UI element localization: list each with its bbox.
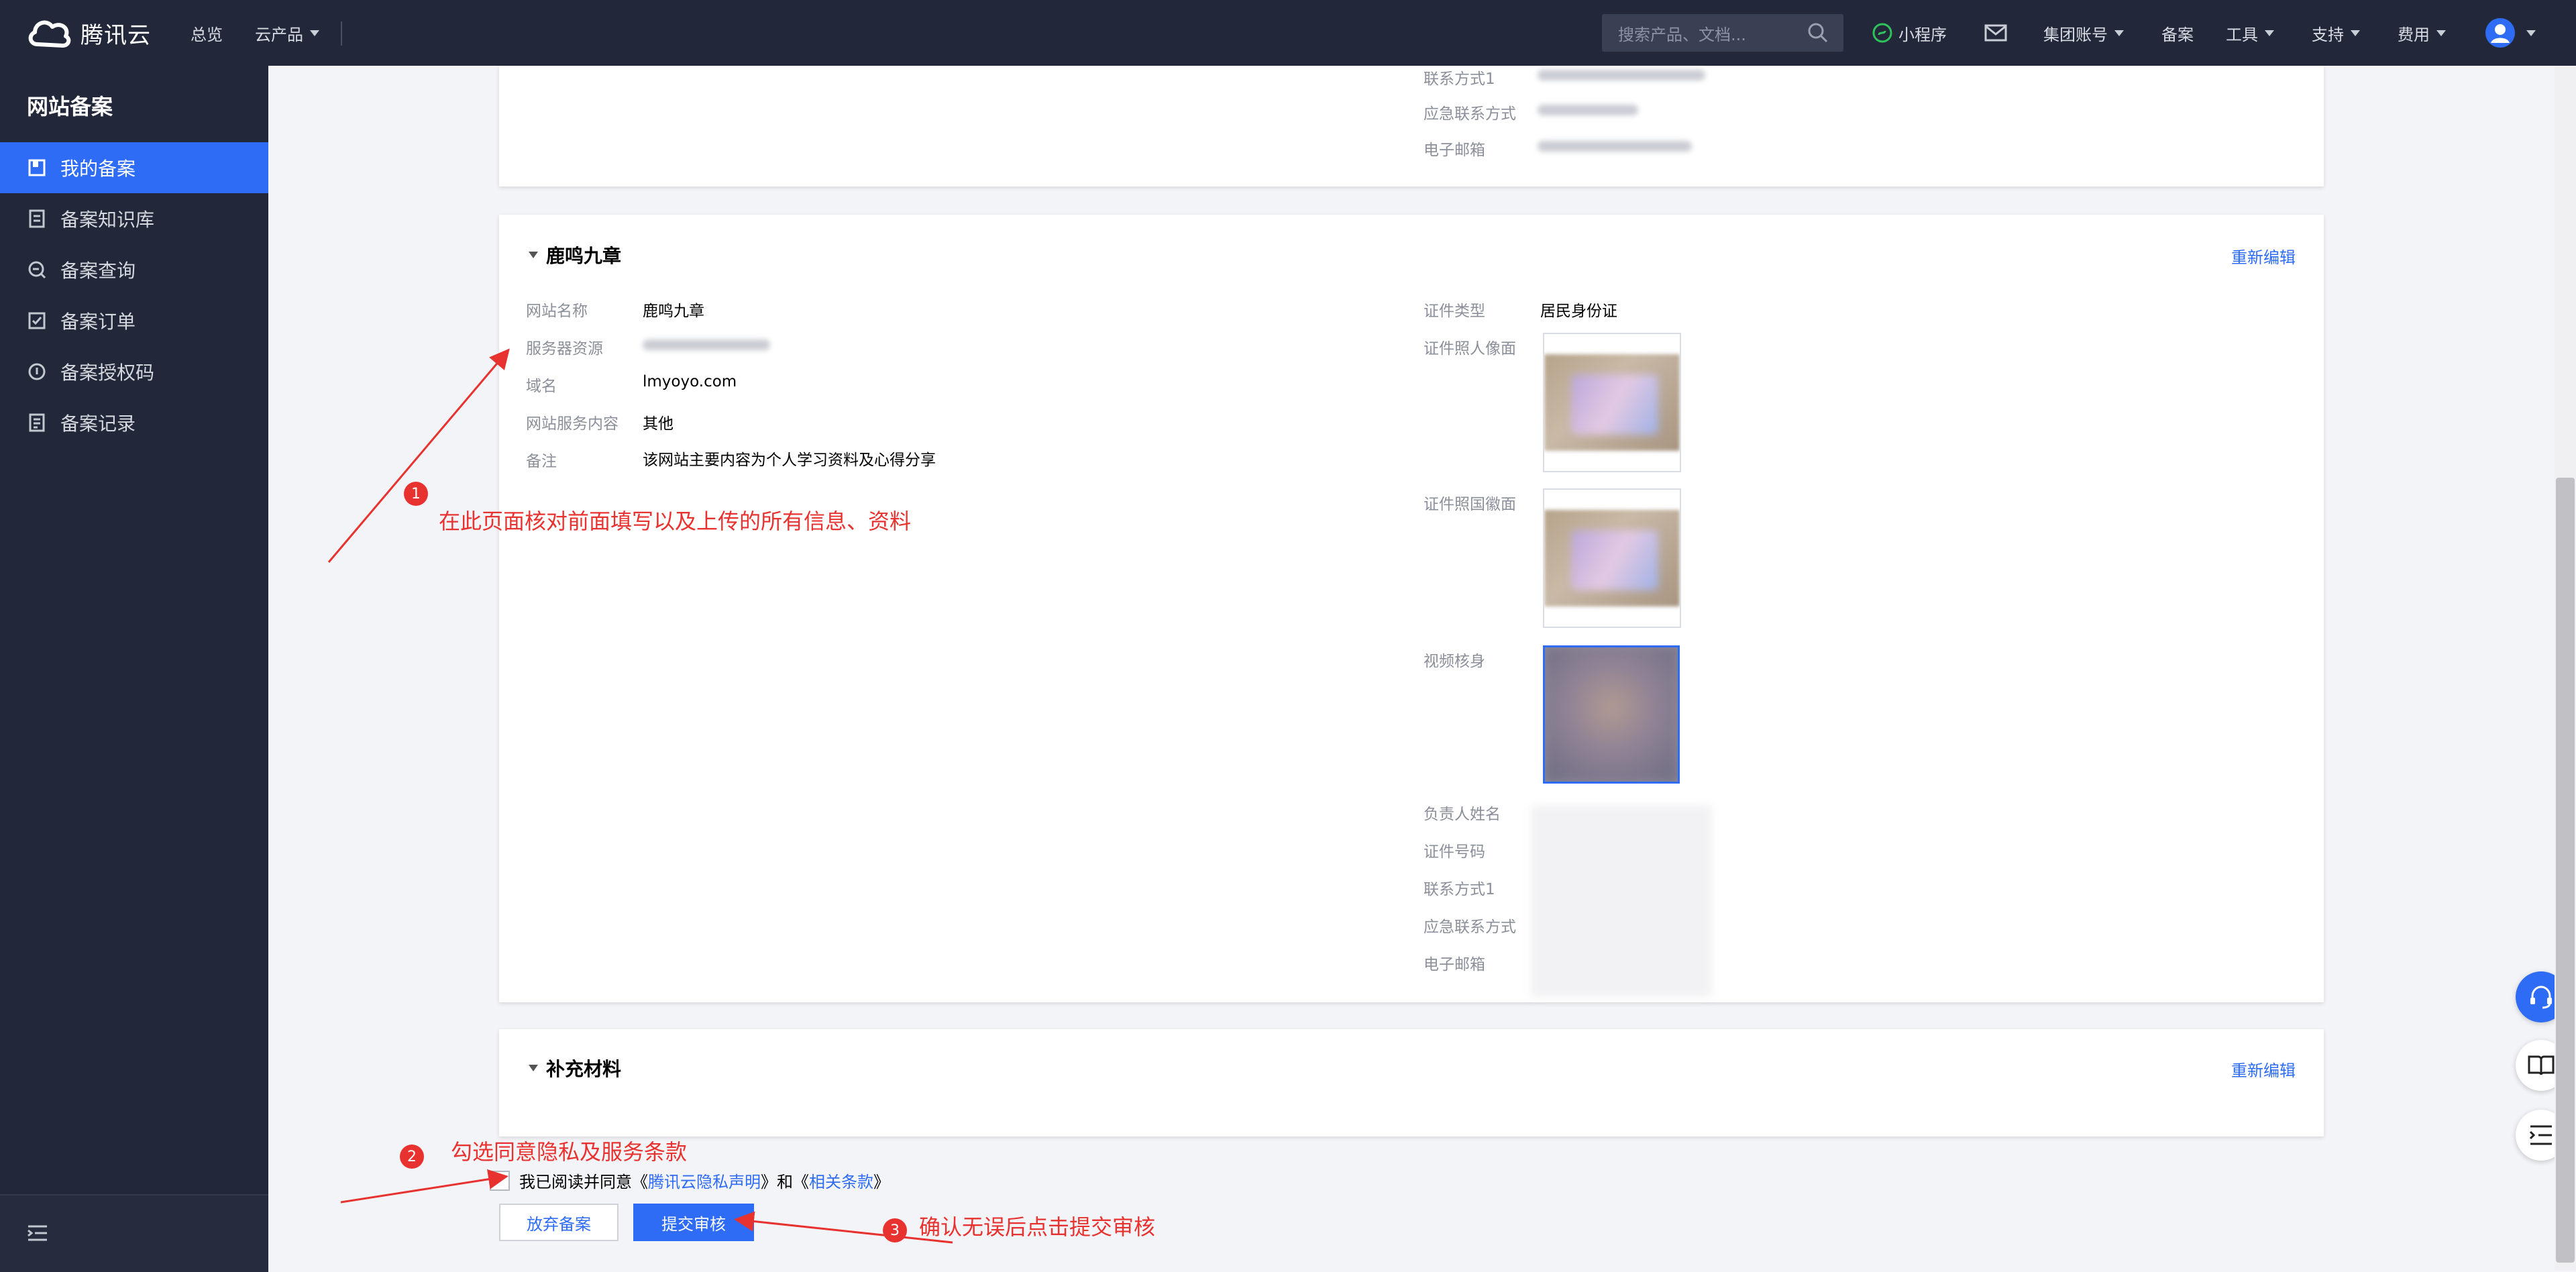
scrollbar-thumb[interactable]: [2556, 478, 2575, 1263]
annotation-arrow-2: [340, 1169, 508, 1204]
annotation-text-2: 勾选同意隐私及服务条款: [451, 1139, 688, 1165]
annotation-text-3: 确认无误后点击提交审核: [919, 1214, 1156, 1240]
open-book-icon: [2528, 1055, 2555, 1075]
annotation-badge-2: 2: [400, 1145, 424, 1169]
headset-icon: [2530, 986, 2552, 1009]
annotation-arrows: [327, 348, 953, 1244]
annotation-badge-3: 3: [883, 1218, 907, 1242]
annotation-badge-1: 1: [404, 482, 428, 506]
list-indent-icon: [2529, 1125, 2552, 1145]
annotation-text-1: 在此页面核对前面填写以及上传的所有信息、资料: [439, 509, 912, 534]
